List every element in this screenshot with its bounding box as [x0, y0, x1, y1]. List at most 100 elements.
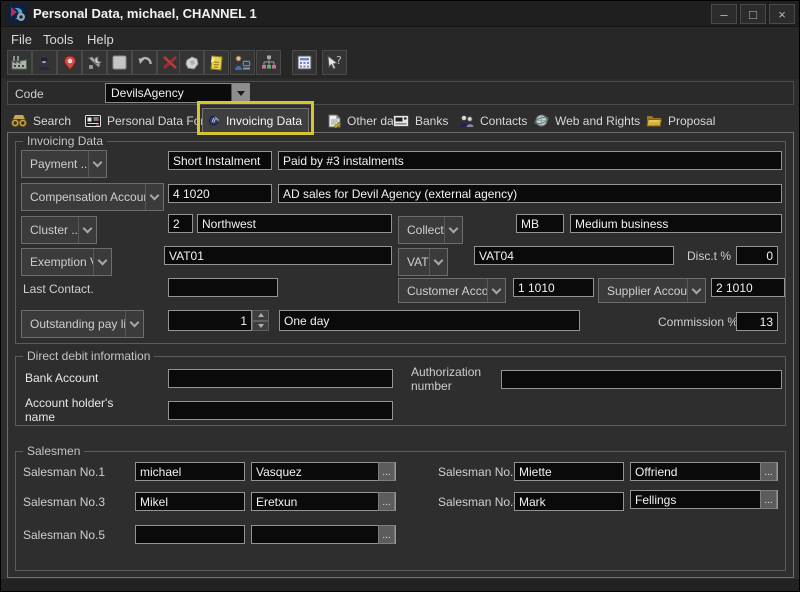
salesmen-group-title: Salesmen — [23, 444, 84, 458]
outstanding-pay-limit-button[interactable]: Outstanding pay limit — [21, 310, 144, 338]
maximize-button[interactable]: □ — [740, 4, 766, 24]
chevron-down-icon — [145, 184, 163, 210]
supplier-account-button[interactable]: Supplier Account — [598, 278, 706, 303]
salesman-2-browse-button[interactable]: ... — [760, 462, 777, 481]
payment-button[interactable]: Payment ... — [21, 150, 107, 178]
tools-icon[interactable] — [82, 50, 107, 75]
note-icon[interactable] — [204, 50, 229, 75]
salesman-4-last-field[interactable]: Fellings — [630, 490, 778, 509]
account-holder-field[interactable] — [168, 401, 393, 420]
factory-icon[interactable] — [7, 50, 32, 75]
compensation-account-button-label: Compensation Account — [22, 190, 145, 204]
chevron-down-icon[interactable] — [231, 84, 249, 102]
bank-account-label: Bank Account — [25, 371, 98, 385]
supplier-account-button-label: Supplier Account — [599, 284, 687, 298]
salesman-1-first-field[interactable]: michael — [135, 462, 245, 481]
paste-icon[interactable] — [179, 50, 204, 75]
window-bottom-frame — [1, 579, 800, 592]
vat-field[interactable]: VAT04 — [474, 246, 674, 265]
outstanding-number-field[interactable]: 1 — [168, 310, 252, 331]
supplier-account-field[interactable]: 2 1010 — [711, 278, 785, 297]
salesman-3-label: Salesman No.3 — [23, 495, 105, 509]
collection-name-field[interactable]: Medium business — [570, 214, 782, 233]
vat-button[interactable]: VAT — [398, 248, 448, 276]
vat-button-label: VAT — [399, 255, 429, 269]
chevron-down-icon — [487, 279, 505, 302]
payment-description-field[interactable]: Paid by #3 instalments — [278, 151, 782, 170]
close-button[interactable]: × — [769, 4, 795, 24]
salesman-2-first-field[interactable]: Miette — [514, 462, 624, 481]
salesman-1-last-field[interactable]: Vasquez — [251, 462, 396, 481]
spinner-down-icon[interactable] — [252, 321, 269, 332]
cluster-name-field[interactable]: Northwest — [197, 214, 392, 233]
chevron-down-icon — [125, 311, 143, 337]
last-contact-label: Last Contact. — [23, 282, 94, 296]
salesman-5-browse-button[interactable]: ... — [378, 525, 395, 544]
last-contact-field[interactable] — [168, 278, 278, 297]
menu-tools[interactable]: Tools — [43, 32, 73, 47]
calculator-icon[interactable] — [292, 50, 317, 75]
chevron-down-icon — [93, 249, 111, 275]
menu-help[interactable]: Help — [87, 32, 114, 47]
svg-text:?: ? — [336, 55, 342, 67]
compensation-description-field[interactable]: AD sales for Devil Agency (external agen… — [278, 184, 782, 203]
tab-search[interactable]: Search — [11, 109, 71, 132]
window-title: Personal Data, michael, CHANNEL 1 — [33, 6, 257, 21]
org-chart-icon[interactable] — [256, 50, 281, 75]
salesman-4-browse-button[interactable]: ... — [760, 490, 777, 509]
collection-button-label: Collection — [399, 223, 444, 237]
code-select[interactable]: DevilsAgency — [105, 83, 250, 103]
tab-proposal[interactable]: Proposal — [646, 109, 715, 132]
chevron-down-icon — [88, 151, 106, 177]
help-pointer-icon[interactable]: ? — [322, 50, 347, 75]
customer-account-field[interactable]: 1 1010 — [513, 278, 594, 297]
exemption-vat-field[interactable]: VAT01 — [164, 246, 392, 265]
menu-file[interactable]: File — [11, 32, 32, 47]
tab-web-and-rights[interactable]: Web and Rights — [534, 109, 640, 132]
tab-banks[interactable]: Banks — [393, 109, 448, 132]
salesman-4-first-field[interactable]: Mark — [514, 492, 624, 511]
spinner-up-icon[interactable] — [252, 310, 269, 321]
compensation-code-field[interactable]: 4 1020 — [168, 184, 272, 203]
salesman-3-last-field[interactable]: Eretxun — [251, 492, 396, 511]
location-pin-icon[interactable] — [57, 50, 82, 75]
collection-code-field[interactable]: MB — [516, 214, 564, 233]
salesman-2-last-field[interactable]: Offriend — [630, 462, 778, 481]
tab-contacts[interactable]: Contacts — [459, 109, 527, 132]
document-icon — [328, 114, 341, 128]
salesman-5-last-field[interactable] — [251, 525, 396, 544]
outstanding-description-field[interactable]: One day — [279, 310, 580, 331]
cluster-button[interactable]: Cluster .. — [21, 216, 97, 244]
contacts-icon — [459, 114, 474, 128]
tab-personal-data-form[interactable]: Personal Data Form — [85, 109, 214, 132]
undo-icon[interactable] — [132, 50, 157, 75]
bank-account-field[interactable] — [168, 369, 393, 388]
discount-field[interactable]: 0 — [736, 246, 778, 265]
discount-label: Disc.t % — [687, 249, 731, 263]
salesman-1-browse-button[interactable]: ... — [378, 462, 395, 481]
salesman-4-label: Salesman No.4 — [438, 495, 520, 509]
person-icon[interactable] — [32, 50, 57, 75]
chevron-down-icon — [429, 249, 447, 275]
salesman-5-first-field[interactable] — [135, 525, 245, 544]
authorization-number-label: Authorization number — [411, 365, 495, 393]
exemption-vat-button[interactable]: Exemption VAT — [21, 248, 112, 276]
bank-terminal-icon — [393, 115, 409, 127]
code-select-value: DevilsAgency — [106, 86, 231, 100]
blank-icon[interactable] — [107, 50, 132, 75]
operator-icon[interactable] — [230, 50, 255, 75]
salesman-3-browse-button[interactable]: ... — [378, 492, 395, 511]
customer-account-button[interactable]: Customer Account — [398, 278, 506, 303]
payment-code-field[interactable]: Short Instalment — [168, 151, 272, 170]
form-card-icon — [85, 115, 101, 127]
cluster-button-label: Cluster .. — [22, 223, 78, 237]
minimize-button[interactable]: – — [711, 4, 737, 24]
outstanding-spinner[interactable] — [252, 310, 269, 331]
salesman-3-first-field[interactable]: Mikel — [135, 492, 245, 511]
commission-field[interactable]: 13 — [736, 312, 778, 331]
collection-button[interactable]: Collection — [398, 216, 463, 244]
cluster-code-field[interactable]: 2 — [168, 214, 193, 233]
payment-button-label: Payment ... — [22, 157, 88, 171]
compensation-account-button[interactable]: Compensation Account — [21, 183, 164, 211]
authorization-number-field[interactable] — [501, 370, 782, 389]
